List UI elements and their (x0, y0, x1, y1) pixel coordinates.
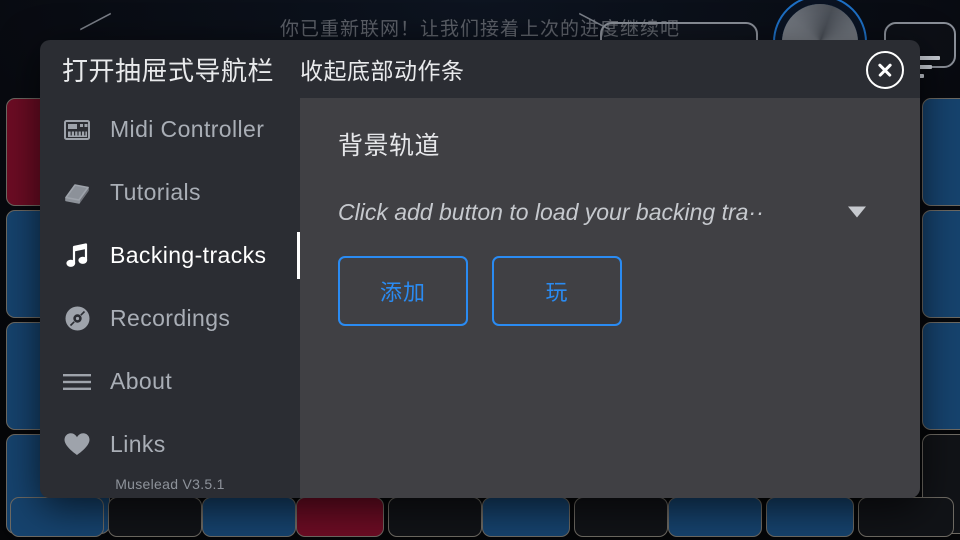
sidebar-item-label: Tutorials (110, 179, 201, 205)
disc-icon (62, 304, 92, 334)
pad-cell[interactable] (574, 497, 668, 537)
pad-cell[interactable] (482, 497, 570, 537)
sidebar-item-label: Recordings (110, 305, 231, 331)
panel-title: 背景轨道 (338, 132, 441, 160)
midi-keyboard-icon (62, 115, 92, 145)
navigation-drawer-dialog: 打开抽屉式导航栏 收起底部动作条 Midi Controller Tutoria… (40, 40, 920, 498)
pad-cell[interactable] (296, 497, 384, 537)
play-backing-track-button[interactable]: 玩 (492, 256, 622, 326)
sidebar-item-links[interactable]: Links (40, 413, 300, 476)
sidebar-item-midi-controller[interactable]: Midi Controller (40, 98, 300, 161)
sidebar-item-label: Links (110, 431, 166, 457)
backing-tracks-panel: 背景轨道 Click add button to load your backi… (300, 98, 920, 498)
sidebar: Midi Controller Tutorials Backing-tracks… (40, 98, 300, 498)
pad-cell[interactable] (922, 98, 960, 206)
book-icon (62, 178, 92, 208)
backing-track-select[interactable]: Click add button to load your backing tr… (338, 190, 888, 234)
add-backing-track-button[interactable]: 添加 (338, 256, 468, 326)
sidebar-item-label: Backing-tracks (110, 242, 267, 268)
pad-cell[interactable] (858, 497, 954, 537)
app-version-label: Muselead V3.5.1 (115, 476, 225, 492)
dialog-header: 打开抽屉式导航栏 收起底部动作条 (40, 40, 920, 98)
sidebar-item-about[interactable]: About (40, 350, 300, 413)
hamburger-icon (62, 367, 92, 397)
sidebar-item-backing-tracks[interactable]: Backing-tracks (40, 224, 300, 287)
sidebar-item-label: Midi Controller (110, 116, 265, 142)
pad-cell[interactable] (668, 497, 762, 537)
sidebar-item-tutorials[interactable]: Tutorials (40, 161, 300, 224)
heart-icon (62, 430, 92, 460)
panel-header-title: 收起底部动作条 (300, 58, 465, 84)
drawer-title: 打开抽屉式导航栏 (62, 55, 275, 86)
music-note-icon (62, 241, 92, 271)
chevron-down-icon (848, 206, 866, 218)
dialog-body: Midi Controller Tutorials Backing-tracks… (40, 98, 920, 498)
pad-cell[interactable] (108, 497, 202, 537)
pad-cell[interactable] (202, 497, 296, 537)
sidebar-item-recordings[interactable]: Recordings (40, 287, 300, 350)
close-icon[interactable] (866, 51, 904, 89)
pad-cell[interactable] (922, 210, 960, 318)
backing-track-select-value: Click add button to load your backing tr… (338, 198, 764, 225)
pad-cell[interactable] (388, 497, 482, 537)
pad-cell[interactable] (766, 497, 854, 537)
panel-button-row: 添加 玩 (338, 256, 888, 326)
pad-cell[interactable] (10, 497, 104, 537)
sidebar-item-label: About (110, 368, 173, 394)
pad-cell[interactable] (922, 322, 960, 430)
